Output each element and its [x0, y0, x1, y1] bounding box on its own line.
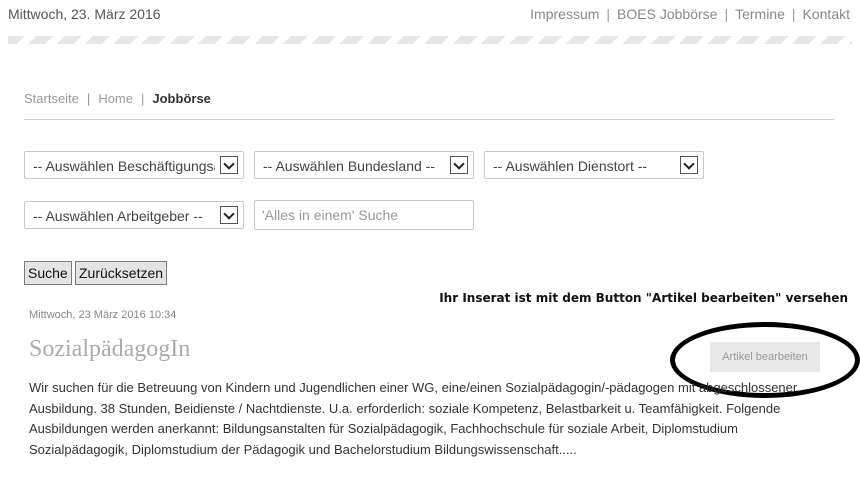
nav-kontakt[interactable]: Kontakt: [803, 6, 850, 22]
breadcrumb-separator: |: [86, 91, 91, 106]
nav-impressum[interactable]: Impressum: [530, 6, 599, 22]
employment-type-value: -- Auswählen Beschäftigungsart --: [33, 158, 215, 174]
divider: [24, 119, 834, 120]
edit-article-button[interactable]: Artikel bearbeiten: [710, 342, 820, 372]
employer-select[interactable]: -- Auswählen Arbeitgeber --: [24, 201, 244, 229]
search-input[interactable]: [254, 200, 474, 230]
post-text: Wir suchen für die Betreuung von Kindern…: [29, 380, 798, 457]
nav-termine[interactable]: Termine: [735, 6, 785, 22]
employer-value: -- Auswählen Arbeitgeber --: [33, 208, 203, 224]
nav-separator: |: [791, 6, 796, 22]
chevron-down-icon: [220, 206, 238, 224]
location-value: -- Auswählen Dienstort --: [493, 158, 648, 174]
top-navigation: Impressum | BOES Jobbörse | Termine | Ko…: [530, 6, 850, 22]
post-date: Mittwoch, 23 März 2016 10:34: [29, 309, 177, 321]
breadcrumb-jobboerse: Jobbörse: [152, 91, 211, 106]
chevron-down-icon: [450, 156, 468, 174]
top-bar: Mittwoch, 23. März 2016 Impressum | BOES…: [0, 0, 860, 30]
breadcrumb-separator: |: [141, 91, 145, 106]
chevron-down-icon: [220, 156, 238, 174]
search-button[interactable]: Suche: [24, 261, 72, 285]
chevron-down-icon: [680, 156, 698, 174]
post-title[interactable]: SozialpädagogIn: [29, 336, 190, 363]
decorative-stripe: [8, 36, 852, 44]
nav-separator: |: [724, 6, 729, 22]
nav-jobboerse[interactable]: BOES Jobbörse: [617, 6, 717, 22]
location-select[interactable]: -- Auswählen Dienstort --: [484, 151, 704, 179]
breadcrumb-home[interactable]: Home: [98, 91, 133, 106]
state-value: -- Auswählen Bundesland --: [263, 158, 435, 174]
state-select[interactable]: -- Auswählen Bundesland --: [254, 151, 474, 179]
breadcrumb: Startseite | Home | Jobbörse: [24, 91, 211, 106]
reset-button[interactable]: Zurücksetzen: [75, 261, 168, 285]
nav-separator: |: [606, 6, 611, 22]
edit-notice-annotation: Ihr Inserat ist mit dem Button "Artikel …: [439, 291, 848, 305]
employment-type-select[interactable]: -- Auswählen Beschäftigungsart --: [24, 151, 244, 179]
breadcrumb-startseite[interactable]: Startseite: [24, 91, 79, 106]
current-date: Mittwoch, 23. März 2016: [8, 6, 161, 22]
